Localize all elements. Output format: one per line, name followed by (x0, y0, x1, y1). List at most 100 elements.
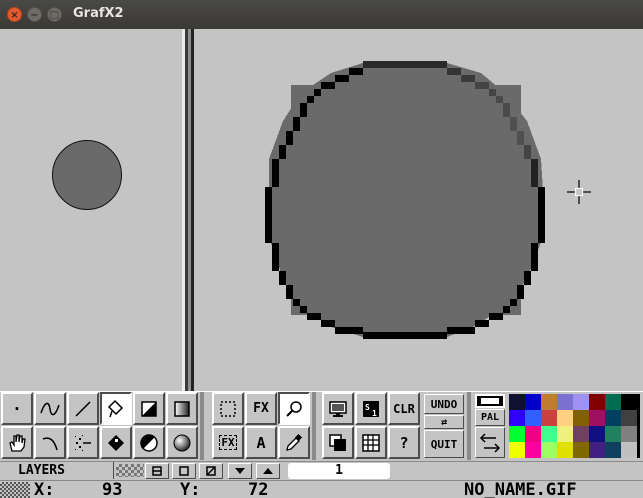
tool-grid[interactable] (355, 426, 387, 459)
magnifier-divider[interactable] (182, 29, 194, 391)
tool-text[interactable]: A (245, 426, 277, 459)
status-bar: X: 93 Y: 72 NO_NAME.GIF (0, 480, 643, 498)
undo-label: UNDO (430, 397, 458, 411)
layer-add-icon (152, 466, 162, 476)
palette-swatch[interactable] (509, 426, 525, 442)
palette-scroll-arrows-icon (479, 432, 501, 453)
palette-swatch[interactable] (621, 394, 637, 410)
palette-swatch[interactable] (525, 394, 541, 410)
tool-line[interactable] (67, 392, 99, 425)
tool-gradient-sphere[interactable] (166, 426, 198, 459)
palette-swatch[interactable] (509, 410, 525, 426)
filled-ellipse-icon (140, 433, 158, 452)
magnified-circle (265, 61, 545, 339)
fx-label: FX (253, 401, 269, 416)
palette-swatch[interactable] (557, 394, 573, 410)
grid-icon (362, 433, 380, 452)
palette-swatch[interactable] (605, 410, 621, 426)
tool-effects[interactable]: FX (245, 392, 277, 425)
undo-button[interactable]: UNDO (424, 394, 464, 414)
tool-dot-pen[interactable]: · (1, 392, 33, 425)
palette-swatch[interactable] (541, 394, 557, 410)
layer-move-down-button[interactable] (228, 463, 252, 479)
drawing-canvas[interactable] (0, 29, 643, 391)
tool-fill-bucket[interactable] (100, 392, 132, 425)
gradient-rectangle-icon (174, 400, 190, 417)
palette-swatch[interactable] (621, 410, 637, 426)
palette-swatch[interactable] (557, 426, 573, 442)
tool-brush-select[interactable] (212, 392, 244, 425)
window-title: GrafX2 (73, 6, 124, 21)
triangle-down-icon (235, 468, 245, 474)
palette-swatch[interactable] (557, 442, 573, 458)
tool-airbrush[interactable] (67, 426, 99, 459)
palette-swatch[interactable] (525, 442, 541, 458)
palette-swatch[interactable] (541, 442, 557, 458)
tool-freehand-curve[interactable] (34, 392, 66, 425)
svg-text:1: 1 (372, 409, 377, 418)
palette-swatch[interactable] (573, 426, 589, 442)
layer-add-button[interactable] (145, 463, 169, 479)
layer-tab-current[interactable]: 1 (288, 463, 390, 479)
palette-swatch[interactable] (557, 410, 573, 426)
tool-filled-rectangle[interactable] (133, 392, 165, 425)
fore-back-color-indicator[interactable] (475, 394, 505, 408)
tool-screen-settings[interactable] (322, 392, 354, 425)
palette-scroll-button[interactable] (475, 427, 505, 458)
layer-duplicate-button[interactable] (172, 463, 196, 479)
tool-color-picker[interactable] (278, 426, 310, 459)
palette-swatch[interactable] (525, 426, 541, 442)
palette-swatch[interactable] (589, 442, 605, 458)
palette-swatch[interactable] (605, 426, 621, 442)
filled-rectangle-icon (141, 400, 157, 417)
layer-duplicate-icon (179, 466, 189, 476)
clear-button[interactable]: CLR (388, 392, 420, 425)
tool-bezier-curve[interactable] (34, 426, 66, 459)
layer-delete-button[interactable] (199, 463, 223, 479)
preview-circle (52, 140, 122, 210)
redo-icon: ⇄ (440, 416, 448, 428)
palette-swatch[interactable] (541, 410, 557, 426)
filename-label: NO_NAME.GIF (464, 480, 577, 498)
tool-copy-page[interactable] (322, 426, 354, 459)
palette-swatch[interactable] (621, 442, 637, 458)
tool-effects-text[interactable]: FX (212, 426, 244, 459)
help-button[interactable]: ? (388, 426, 420, 459)
tool-magnifier[interactable] (278, 392, 310, 425)
layer-move-up-button[interactable] (256, 463, 280, 479)
layers-label[interactable]: LAYERS (4, 462, 114, 479)
minimize-window-button[interactable]: − (27, 7, 42, 22)
text-tool-label: A (256, 433, 266, 452)
color-palette[interactable] (509, 394, 640, 458)
palette-swatch[interactable] (589, 426, 605, 442)
quit-button[interactable]: QUIT (424, 430, 464, 458)
palette-swatch[interactable] (573, 442, 589, 458)
palette-swatch[interactable] (509, 394, 525, 410)
palette-swatch[interactable] (621, 426, 637, 442)
palette-button[interactable]: PAL (475, 409, 505, 426)
palette-swatch[interactable] (541, 426, 557, 442)
palette-swatch[interactable] (589, 394, 605, 410)
palette-swatch[interactable] (509, 442, 525, 458)
tool-spare-page[interactable]: S1 (355, 392, 387, 425)
palette-swatch[interactable] (605, 442, 621, 458)
tool-gradient-rectangle[interactable] (166, 392, 198, 425)
clear-label: CLR (393, 401, 415, 416)
tool-polygon-fill[interactable] (100, 426, 132, 459)
palette-swatch[interactable] (573, 410, 589, 426)
tool-filled-ellipse[interactable] (133, 426, 165, 459)
palette-swatch[interactable] (589, 410, 605, 426)
tool-hand[interactable] (1, 426, 33, 459)
palette-swatch[interactable] (525, 410, 541, 426)
quit-label: QUIT (430, 437, 458, 451)
y-coord-value: 72 (248, 480, 269, 498)
maximize-window-button[interactable]: □ (47, 7, 62, 22)
magnifier-icon (286, 400, 302, 417)
x-coord-value: 93 (102, 480, 123, 498)
palette-swatch[interactable] (573, 394, 589, 410)
palette-swatch[interactable] (605, 394, 621, 410)
monitor-icon (329, 400, 347, 417)
close-window-button[interactable]: × (7, 7, 22, 22)
redo-button[interactable]: ⇄ (424, 415, 464, 429)
polygon-fill-icon (108, 434, 124, 451)
